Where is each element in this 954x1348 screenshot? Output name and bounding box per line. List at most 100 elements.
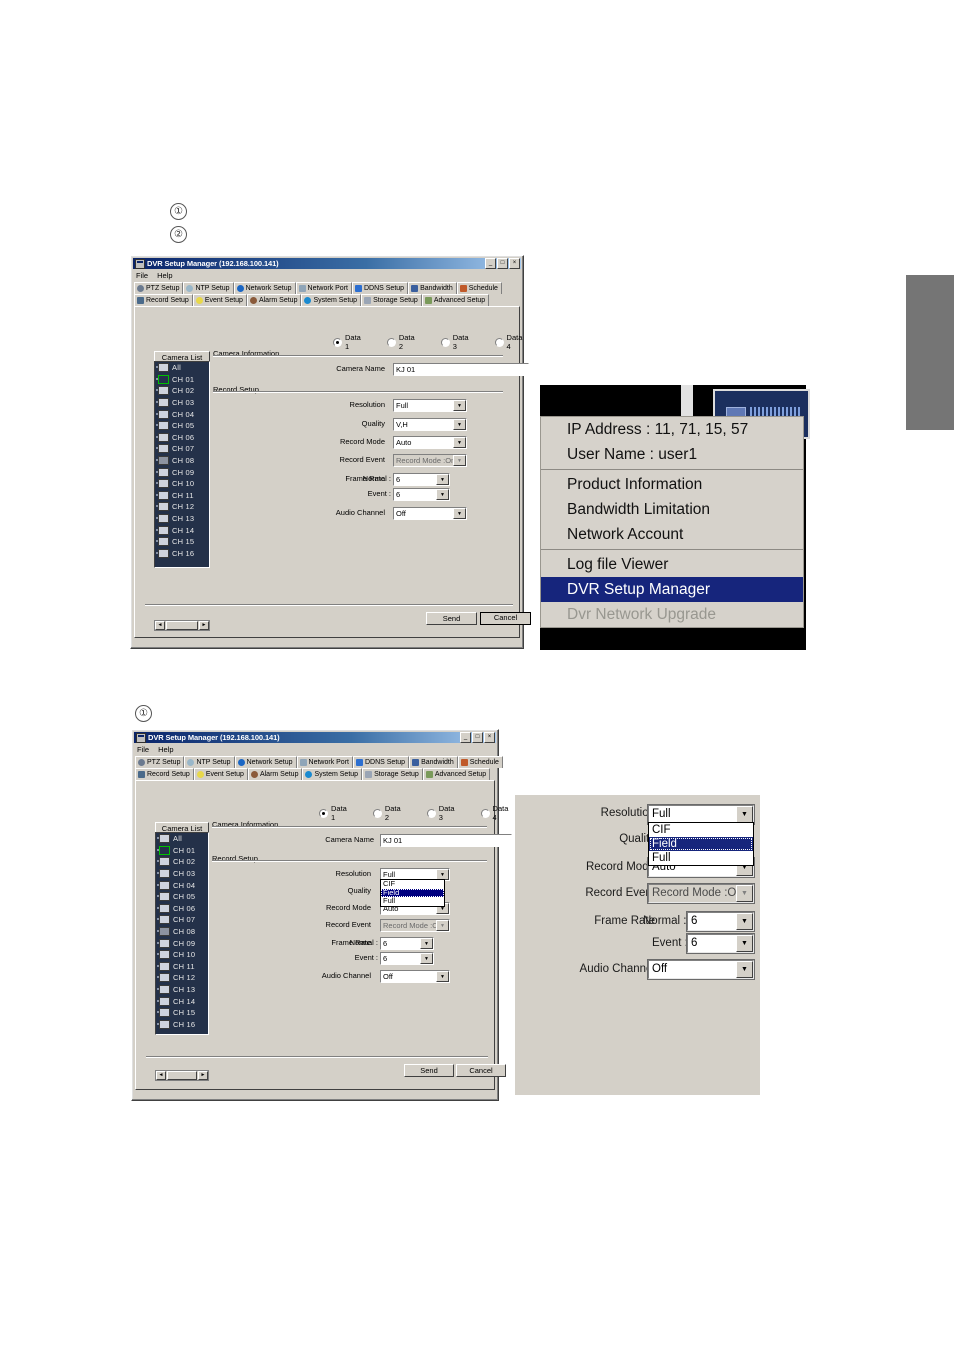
- frame-normal-dropdown[interactable]: 6 ▼: [393, 473, 450, 486]
- zoom-record-event-dropdown[interactable]: Record Mode :On ▼: [647, 883, 755, 904]
- context-menu[interactable]: IP Address : 11, 71, 15, 57 User Name : …: [540, 416, 804, 628]
- list-item[interactable]: CH 04: [155, 408, 209, 420]
- camera-list-hscrollbar[interactable]: ◄ ►: [154, 620, 210, 631]
- menu-help[interactable]: Help: [157, 271, 172, 280]
- window-controls[interactable]: _ □ ×: [460, 732, 495, 743]
- camera-checkbox-icon[interactable]: [156, 537, 169, 547]
- send-button[interactable]: Send: [404, 1064, 454, 1077]
- chevron-down-icon[interactable]: ▼: [453, 508, 466, 519]
- list-item[interactable]: CH 02: [155, 385, 209, 397]
- scroll-left-button[interactable]: ◄: [156, 1071, 166, 1080]
- tab-alarm-setup[interactable]: Alarm Setup: [247, 768, 303, 780]
- zoom-frame-normal-dropdown[interactable]: 6 ▼: [686, 911, 755, 932]
- camera-checkbox-icon[interactable]: [157, 927, 170, 937]
- camera-checkbox-icon[interactable]: [157, 961, 170, 971]
- chevron-down-icon[interactable]: ▼: [436, 474, 449, 485]
- scroll-left-button[interactable]: ◄: [155, 621, 165, 630]
- quality-dropdown[interactable]: V,H ▼: [393, 418, 467, 431]
- tab-system-setup[interactable]: System Setup: [301, 294, 362, 306]
- camera-checkbox-icon[interactable]: [157, 1008, 170, 1018]
- scroll-right-button[interactable]: ►: [199, 621, 209, 630]
- tab-ptz-setup[interactable]: PTZ Setup: [134, 282, 184, 294]
- title-bar[interactable]: DVR Setup Manager (192.168.100.141) _ □ …: [134, 732, 496, 743]
- chevron-down-icon[interactable]: ▼: [436, 971, 449, 982]
- list-item[interactable]: CH 03: [156, 868, 208, 880]
- camera-checkbox-icon[interactable]: [156, 444, 169, 454]
- frame-normal-dropdown[interactable]: 6 ▼: [380, 937, 434, 950]
- list-item[interactable]: CH 09: [156, 937, 208, 949]
- tab-network-port[interactable]: Network Port: [295, 282, 352, 294]
- list-item[interactable]: All: [156, 833, 208, 845]
- camera-checkbox-icon[interactable]: [157, 973, 170, 983]
- tab-ddns-setup[interactable]: DDNS Setup: [352, 756, 410, 768]
- camera-checkbox-icon[interactable]: [156, 386, 169, 396]
- window-controls[interactable]: _ □ ×: [485, 258, 520, 269]
- camera-checkbox-icon[interactable]: [156, 432, 169, 442]
- zoom-resolution-dropdown-list[interactable]: CIF Field Full: [648, 822, 754, 866]
- list-item[interactable]: CH 15: [155, 536, 209, 548]
- tab-row-2[interactable]: Record Setup Event Setup Alarm Setup Sys…: [131, 294, 523, 306]
- list-item[interactable]: CH 09: [155, 466, 209, 478]
- list-item[interactable]: CH 04: [156, 879, 208, 891]
- camera-name-input[interactable]: KJ 01: [380, 834, 512, 847]
- chevron-down-icon[interactable]: ▼: [736, 961, 753, 978]
- list-item[interactable]: CH 03: [155, 397, 209, 409]
- list-item[interactable]: CH 16: [156, 1019, 208, 1031]
- audio-channel-dropdown[interactable]: Off ▼: [393, 507, 467, 520]
- audio-channel-dropdown[interactable]: Off ▼: [380, 970, 450, 983]
- camera-checkbox-icon[interactable]: [157, 950, 170, 960]
- menu-file[interactable]: File: [137, 745, 149, 754]
- tab-record-setup[interactable]: Record Setup: [134, 294, 193, 306]
- context-item-dvr-setup-manager[interactable]: DVR Setup Manager: [541, 577, 803, 602]
- chevron-down-icon[interactable]: ▼: [736, 806, 753, 823]
- tab-ntp-setup[interactable]: NTP Setup: [183, 282, 234, 294]
- camera-checkbox-icon[interactable]: [156, 514, 169, 524]
- list-item[interactable]: CH 07: [155, 443, 209, 455]
- list-item[interactable]: CH 08: [156, 926, 208, 938]
- tab-advanced-setup[interactable]: Advanced Setup: [422, 768, 491, 780]
- scroll-thumb[interactable]: [167, 1071, 197, 1080]
- chevron-down-icon[interactable]: ▼: [420, 938, 433, 949]
- list-item[interactable]: CH 08: [155, 455, 209, 467]
- list-item[interactable]: CH 07: [156, 914, 208, 926]
- chevron-down-icon[interactable]: ▼: [736, 935, 753, 952]
- list-item[interactable]: All: [155, 362, 209, 374]
- tab-event-setup[interactable]: Event Setup: [193, 768, 248, 780]
- tab-schedule[interactable]: Schedule: [456, 282, 502, 294]
- camera-checkbox-icon[interactable]: [157, 857, 170, 867]
- camera-checkbox-icon[interactable]: [156, 398, 169, 408]
- chevron-down-icon[interactable]: ▼: [453, 400, 466, 411]
- list-item[interactable]: CH 10: [156, 949, 208, 961]
- list-item[interactable]: CH 01: [155, 374, 209, 386]
- camera-checkbox-icon[interactable]: [156, 525, 169, 535]
- context-item-network-account[interactable]: Network Account: [541, 522, 803, 547]
- tab-storage-setup[interactable]: Storage Setup: [362, 768, 423, 780]
- record-event-dropdown[interactable]: Record Mode :On ▼: [380, 919, 450, 932]
- chevron-down-icon[interactable]: ▼: [420, 953, 433, 964]
- scroll-thumb[interactable]: [166, 621, 198, 630]
- camera-checkbox-icon[interactable]: [157, 903, 170, 913]
- list-item[interactable]: CH 13: [155, 513, 209, 525]
- tab-bandwidth[interactable]: Bandwidth: [409, 756, 458, 768]
- camera-checkbox-icon[interactable]: [157, 869, 170, 879]
- camera-checkbox-icon[interactable]: [156, 374, 169, 384]
- camera-checkbox-icon[interactable]: [157, 845, 170, 855]
- list-item[interactable]: CH 05: [156, 891, 208, 903]
- tab-bandwidth[interactable]: Bandwidth: [408, 282, 457, 294]
- context-item-log-file-viewer[interactable]: Log file Viewer: [541, 552, 803, 577]
- camera-checkbox-icon[interactable]: [156, 490, 169, 500]
- camera-checkbox-icon[interactable]: [156, 467, 169, 477]
- maximize-button[interactable]: □: [497, 258, 508, 269]
- camera-checkbox-icon[interactable]: [157, 880, 170, 890]
- tab-row-1[interactable]: PTZ Setup NTP Setup Network Setup Networ…: [132, 756, 503, 768]
- tab-network-setup[interactable]: Network Setup: [233, 282, 296, 294]
- tab-ddns-setup[interactable]: DDNS Setup: [351, 282, 409, 294]
- send-button[interactable]: Send: [426, 612, 477, 625]
- list-item[interactable]: CH 10: [155, 478, 209, 490]
- zoom-resolution-option-field[interactable]: Field: [649, 837, 753, 851]
- tab-advanced-setup[interactable]: Advanced Setup: [421, 294, 490, 306]
- chevron-down-icon[interactable]: ▼: [453, 419, 466, 430]
- list-item[interactable]: CH 13: [156, 984, 208, 996]
- tab-system-setup[interactable]: System Setup: [302, 768, 363, 780]
- cancel-button[interactable]: Cancel: [480, 612, 531, 625]
